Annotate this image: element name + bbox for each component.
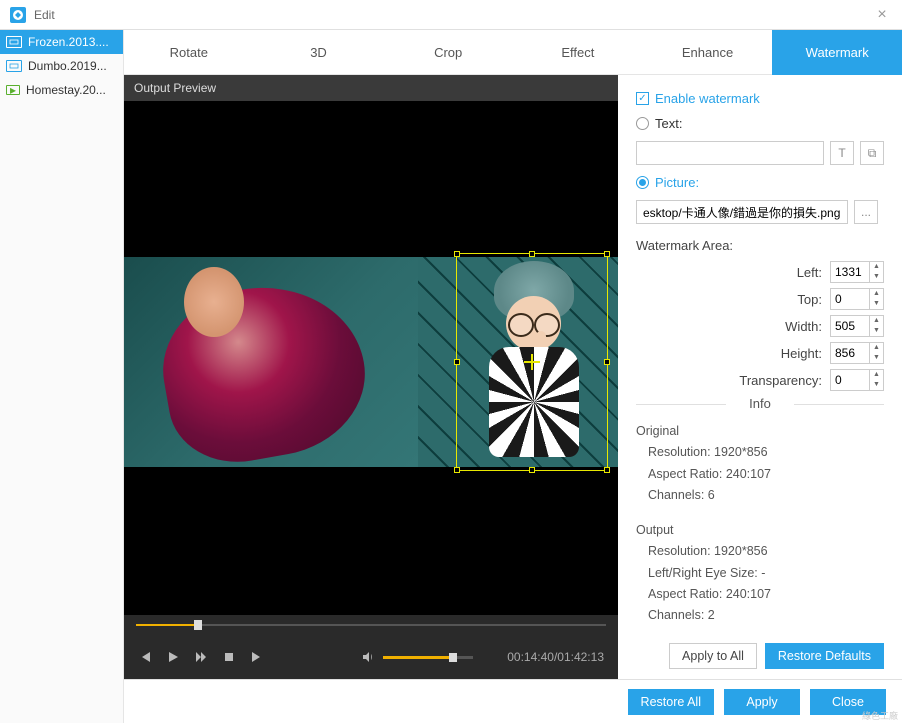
apply-button[interactable]: Apply (724, 689, 800, 715)
stop-icon[interactable] (222, 650, 236, 664)
app-icon (10, 7, 26, 23)
close-icon[interactable]: × (872, 6, 892, 24)
height-label: Height: (781, 346, 822, 361)
text-copy-button[interactable]: ⧉ (860, 141, 884, 165)
footer-watermark: 綠色工廠 (862, 709, 898, 722)
width-label: Width: (785, 319, 822, 334)
info-title: Info (636, 396, 884, 411)
browse-button[interactable]: ... (854, 200, 878, 224)
sidebar-item-homestay[interactable]: ▸ Homestay.20... (0, 78, 123, 102)
tab-crop[interactable]: Crop (383, 30, 513, 75)
player-controls: 00:14:40/01:42:13 (124, 635, 618, 679)
play-icon[interactable] (166, 650, 180, 664)
watermark-panel: ✓ Enable watermark Text: T ⧉ Picture: (618, 75, 902, 679)
edit-tabs: Rotate 3D Crop Effect Enhance Watermark (124, 30, 902, 75)
sidebar-item-label: Dumbo.2019... (28, 59, 107, 73)
watermark-area-label: Watermark Area: (636, 238, 884, 253)
info-original: Original Resolution: 1920*856 Aspect Rat… (636, 421, 884, 506)
video-file-icon (6, 36, 22, 48)
text-input[interactable] (636, 141, 824, 165)
transparency-label: Transparency: (739, 373, 822, 388)
other-file-icon: ▸ (6, 85, 20, 95)
volume-icon[interactable] (361, 650, 375, 664)
left-label: Left: (797, 265, 822, 280)
bottom-bar: Restore All Apply Close (124, 679, 902, 723)
enable-watermark-checkbox[interactable]: ✓ (636, 92, 649, 105)
volume-control[interactable] (361, 650, 473, 664)
text-style-button[interactable]: T (830, 141, 854, 165)
skip-forward-icon[interactable] (250, 650, 264, 664)
sidebar-item-dumbo[interactable]: Dumbo.2019... (0, 54, 123, 78)
tab-watermark[interactable]: Watermark (772, 30, 902, 75)
watermark-selection-box[interactable] (456, 253, 608, 471)
video-file-icon (6, 60, 22, 72)
apply-to-all-button[interactable]: Apply to All (669, 643, 757, 669)
restore-all-button[interactable]: Restore All (628, 689, 714, 715)
height-spinner[interactable]: ▲▼ (830, 342, 884, 364)
tab-enhance[interactable]: Enhance (643, 30, 773, 75)
tab-effect[interactable]: Effect (513, 30, 643, 75)
playback-time: 00:14:40/01:42:13 (507, 650, 604, 664)
window-title: Edit (34, 8, 872, 22)
tab-rotate[interactable]: Rotate (124, 30, 254, 75)
top-spinner[interactable]: ▲▼ (830, 288, 884, 310)
left-spinner[interactable]: ▲▼ (830, 261, 884, 283)
sidebar-item-label: Homestay.20... (26, 83, 106, 97)
text-radio[interactable] (636, 117, 649, 130)
transparency-spinner[interactable]: ▲▼ (830, 369, 884, 391)
sidebar-item-label: Frozen.2013.... (28, 35, 109, 49)
titlebar: Edit × (0, 0, 902, 30)
restore-defaults-button[interactable]: Restore Defaults (765, 643, 884, 669)
skip-back-icon[interactable] (138, 650, 152, 664)
text-radio-label: Text: (655, 116, 682, 131)
picture-radio-label: Picture: (655, 175, 699, 190)
picture-path-input[interactable] (636, 200, 848, 224)
preview-header: Output Preview (124, 75, 618, 101)
tab-3d[interactable]: 3D (254, 30, 384, 75)
file-sidebar: Frozen.2013.... Dumbo.2019... ▸ Homestay… (0, 30, 124, 723)
sidebar-item-frozen[interactable]: Frozen.2013.... (0, 30, 123, 54)
timeline[interactable] (124, 615, 618, 635)
preview-canvas[interactable] (124, 101, 618, 615)
fast-forward-icon[interactable] (194, 650, 208, 664)
preview-area: Output Preview (124, 75, 618, 679)
top-label: Top: (797, 292, 822, 307)
width-spinner[interactable]: ▲▼ (830, 315, 884, 337)
enable-watermark-label: Enable watermark (655, 91, 760, 106)
info-output: Output Resolution: 1920*856 Left/Right E… (636, 520, 884, 626)
picture-radio[interactable] (636, 176, 649, 189)
